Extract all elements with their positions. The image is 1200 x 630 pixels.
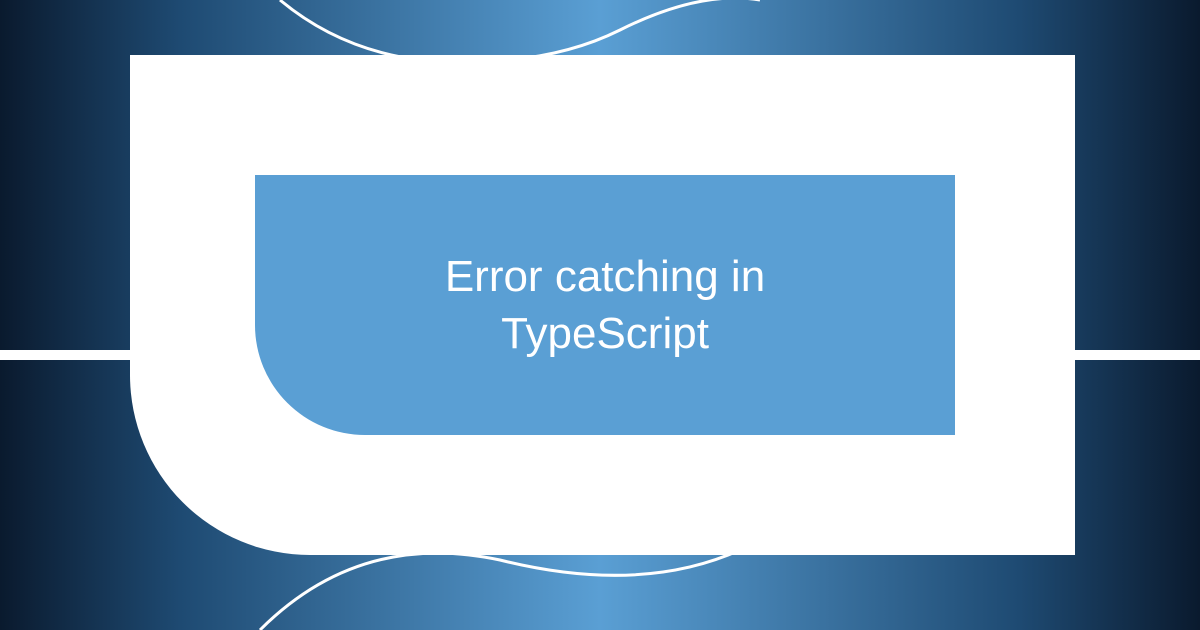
card-title: Error catching in TypeScript	[365, 248, 845, 362]
inner-blue-card: Error catching in TypeScript	[255, 175, 955, 435]
